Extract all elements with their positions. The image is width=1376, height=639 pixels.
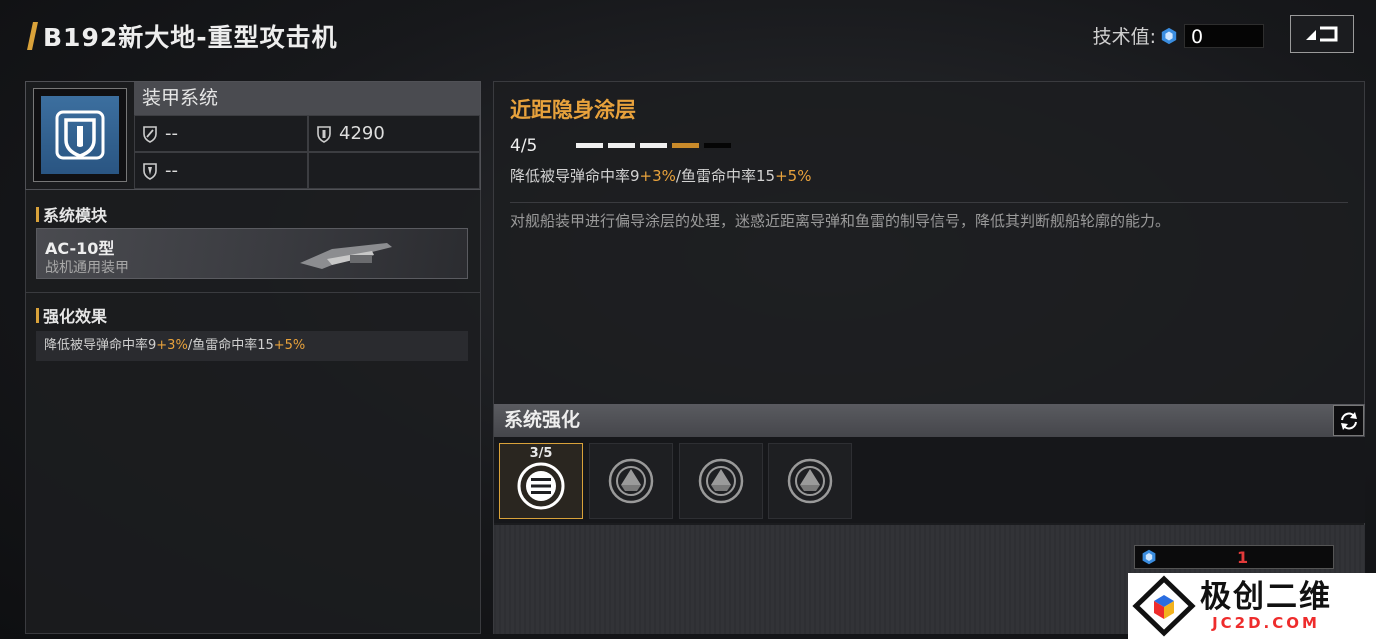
back-button[interactable] bbox=[1290, 15, 1354, 53]
skill-bonus-a: +3% bbox=[639, 167, 676, 185]
title-accent bbox=[27, 22, 38, 50]
module-name: AC-10型 bbox=[45, 239, 115, 258]
armor-shield-icon bbox=[317, 125, 331, 143]
left-divider bbox=[26, 292, 480, 293]
armor-stat-torpedo-value: -- bbox=[165, 160, 178, 181]
effect-section-label: 强化效果 bbox=[43, 307, 108, 326]
armor-system-label: 装甲系统 bbox=[134, 82, 480, 115]
skill-level: 4/5 bbox=[510, 136, 538, 156]
armor-stat-missile-value: -- bbox=[165, 123, 178, 144]
slot-count: 3/5 bbox=[529, 446, 553, 461]
skill-divider bbox=[510, 202, 1348, 203]
armor-stat-missile: -- bbox=[134, 115, 308, 152]
armor-layer-icon bbox=[517, 462, 565, 510]
skill-effect-a: 降低被导弹命中率9 bbox=[510, 167, 640, 185]
locked-slot-icon bbox=[698, 458, 744, 504]
effect-section-title: 强化效果 bbox=[36, 303, 107, 327]
locked-slot-icon bbox=[787, 458, 833, 504]
enhance-slot-locked[interactable] bbox=[768, 443, 852, 519]
armor-stat-hp-value: 4290 bbox=[339, 123, 385, 144]
tech-label: 技术值: bbox=[1092, 26, 1156, 48]
refresh-icon bbox=[1340, 411, 1357, 430]
section-accent bbox=[36, 206, 39, 222]
watermark-name: 极创二维 bbox=[1200, 579, 1332, 615]
watermark: 极创二维 JC2D.COM bbox=[1128, 573, 1376, 639]
effect-text: 降低被导弹命中率9+3%/鱼雷命中率15+5% bbox=[36, 331, 468, 361]
effect-text-a: 降低被导弹命中率9 bbox=[44, 338, 157, 353]
armor-icon-tile bbox=[41, 96, 119, 174]
return-arrow-icon bbox=[1306, 26, 1338, 42]
level-pip bbox=[608, 143, 635, 148]
effect-bonus-b: +5% bbox=[273, 338, 306, 353]
skill-level-pips bbox=[576, 143, 731, 148]
tech-gem-icon bbox=[1142, 549, 1156, 565]
watermark-text: 极创二维 JC2D.COM bbox=[1200, 580, 1332, 632]
upgrade-cost: 1 bbox=[1134, 545, 1334, 569]
module-subtitle: 战机通用装甲 bbox=[45, 260, 129, 276]
torpedo-defense-icon bbox=[143, 162, 157, 180]
armor-stat-hp: 4290 bbox=[308, 115, 480, 152]
section-accent bbox=[36, 307, 39, 323]
armor-stat-torpedo: -- bbox=[134, 152, 308, 189]
enhance-slots: 3/5 bbox=[494, 437, 1365, 523]
missile-defense-icon bbox=[143, 125, 157, 143]
effect-text-b: /鱼雷命中率15 bbox=[187, 338, 274, 353]
skill-description: 对舰船装甲进行偏导涂层的处理，迷惑近距离导弹和鱼雷的制导信号，降低其判断舰船轮廓… bbox=[510, 212, 1171, 230]
watermark-domain: JC2D.COM bbox=[1212, 614, 1320, 632]
effect-bonus-a: +3% bbox=[156, 338, 188, 353]
level-pip bbox=[704, 143, 731, 148]
skill-bonus-b: +5% bbox=[775, 167, 812, 185]
enhance-slot-locked[interactable] bbox=[589, 443, 673, 519]
module-section-label: 系统模块 bbox=[43, 206, 108, 225]
armor-module-icon bbox=[300, 243, 392, 269]
tech-value-display: 技术值: 0 bbox=[1093, 22, 1264, 49]
shield-icon bbox=[55, 110, 105, 160]
module-card[interactable]: AC-10型 战机通用装甲 bbox=[36, 228, 468, 279]
skill-effect-b: /鱼雷命中率15 bbox=[675, 167, 776, 185]
tech-value: 0 bbox=[1184, 23, 1264, 48]
page-title: B192新大地-重型攻击机 bbox=[43, 23, 338, 52]
locked-slot-icon bbox=[608, 458, 654, 504]
tech-gem-icon bbox=[1161, 27, 1177, 44]
level-pip bbox=[640, 143, 667, 148]
level-pip bbox=[672, 143, 699, 148]
module-section-title: 系统模块 bbox=[36, 202, 107, 226]
enhance-slot-locked[interactable] bbox=[679, 443, 763, 519]
level-pip bbox=[576, 143, 603, 148]
refresh-button[interactable] bbox=[1333, 405, 1364, 436]
upgrade-cost-value: 1 bbox=[1237, 547, 1249, 567]
page-header: B192新大地-重型攻击机 bbox=[27, 18, 338, 54]
armor-stat-empty bbox=[308, 152, 480, 189]
enhance-slot-active[interactable]: 3/5 bbox=[499, 443, 583, 519]
system-enhance-header: 系统强化 bbox=[494, 404, 1365, 437]
skill-title: 近距隐身涂层 bbox=[510, 98, 636, 122]
skill-effect: 降低被导弹命中率9+3%/鱼雷命中率15+5% bbox=[510, 165, 811, 186]
jc2d-logo-icon bbox=[1132, 575, 1196, 637]
